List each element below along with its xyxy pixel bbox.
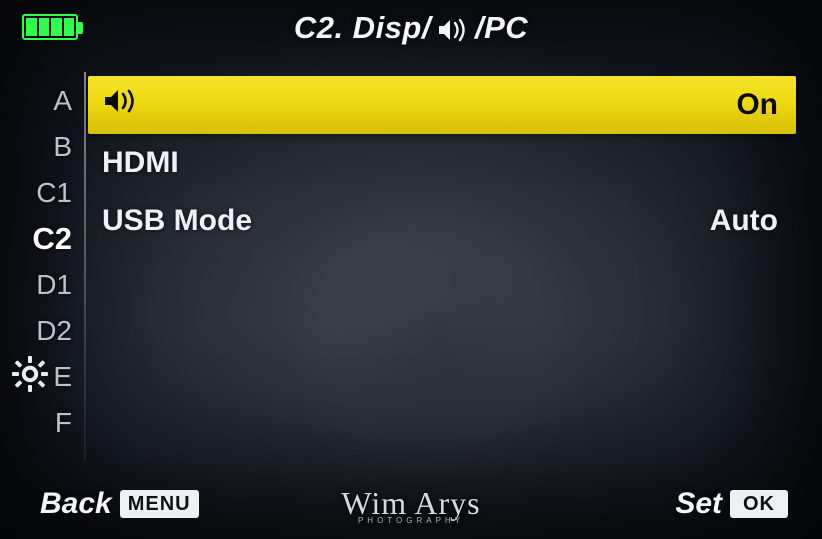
set-button[interactable]: Set OK [675, 487, 788, 521]
title-prefix: C2. Disp/ [294, 10, 431, 46]
tab-b[interactable]: B [12, 124, 82, 170]
menu-item-value: On [736, 88, 778, 122]
tab-a[interactable]: A [12, 78, 82, 124]
menu-item-hdmi[interactable]: HDMI [88, 134, 796, 192]
tab-f[interactable]: F [12, 400, 82, 446]
menu-item-value: Auto [710, 204, 778, 238]
page-title: C2. Disp/ /PC [0, 10, 822, 46]
back-label: Back [40, 487, 112, 521]
back-button[interactable]: Back MENU [40, 487, 199, 521]
speaker-sound-icon [437, 17, 471, 43]
speaker-sound-icon [102, 87, 142, 123]
ok-keycap-icon: OK [730, 490, 788, 518]
title-suffix: /PC [475, 10, 528, 46]
menu-keycap-icon: MENU [120, 490, 199, 518]
sidebar-divider [84, 72, 86, 461]
menu-item-beep[interactable]: On [88, 76, 796, 134]
menu-item-usb-mode[interactable]: USB Mode Auto [88, 192, 796, 250]
menu-rows: On HDMI USB Mode Auto [88, 76, 796, 250]
gear-icon[interactable] [10, 354, 50, 394]
tab-d1[interactable]: D1 [12, 262, 82, 308]
set-label: Set [675, 487, 722, 521]
menu-item-label: USB Mode [102, 204, 252, 238]
tab-c1[interactable]: C1 [12, 170, 82, 216]
tab-c2[interactable]: C2 [12, 216, 82, 262]
tab-d2[interactable]: D2 [12, 308, 82, 354]
footer-bar: Back MENU Set OK [40, 487, 788, 521]
menu-item-label: HDMI [102, 146, 179, 180]
